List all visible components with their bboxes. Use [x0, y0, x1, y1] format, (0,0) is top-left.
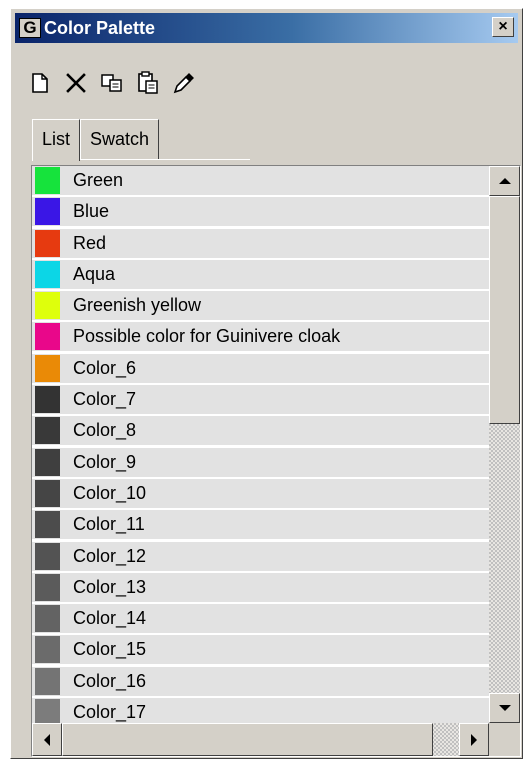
color-swatch [35, 636, 60, 664]
color-list-item[interactable]: Aqua [32, 259, 489, 289]
color-list-item[interactable]: Color_9 [32, 447, 489, 477]
color-swatch [35, 260, 60, 288]
color-swatch [35, 667, 60, 695]
color-list-item[interactable]: Possible color for Guinivere cloak [32, 322, 489, 352]
color-list-item[interactable]: Color_8 [32, 416, 489, 446]
color-list[interactable]: Green Blue Red Aqua Greenish yellow Possible … [32, 166, 489, 723]
arrow-left-icon [44, 733, 50, 746]
toolbar [25, 67, 205, 99]
color-swatch [35, 386, 60, 414]
color-list-item[interactable]: Color_11 [32, 510, 489, 540]
app-icon: G [19, 18, 41, 38]
tab-swatch[interactable]: Swatch [80, 119, 160, 159]
scroll-up-button[interactable] [489, 166, 520, 196]
color-label: Green [73, 170, 124, 190]
horizontal-scroll-thumb[interactable] [62, 723, 433, 756]
color-swatch [35, 167, 60, 194]
color-label: Red [73, 232, 107, 253]
color-list-item[interactable]: Color_14 [32, 604, 489, 634]
color-list-item[interactable]: Color_15 [32, 635, 489, 665]
color-list-item[interactable]: Color_12 [32, 541, 489, 571]
color-swatch [35, 292, 60, 320]
color-label: Color_7 [73, 389, 137, 410]
arrow-right-icon [471, 733, 477, 746]
color-label: Color_15 [73, 639, 147, 660]
color-swatch [35, 699, 60, 723]
eyedropper-icon [173, 73, 194, 94]
scroll-down-button[interactable] [489, 693, 520, 723]
color-list-item[interactable]: Blue [32, 197, 489, 227]
color-label: Color_13 [73, 576, 147, 597]
eyedropper-button[interactable] [169, 68, 199, 98]
color-swatch [35, 605, 60, 633]
color-list-item[interactable]: Color_13 [32, 572, 489, 602]
color-swatch [35, 323, 60, 351]
x-delete-icon [66, 73, 86, 93]
color-swatch [35, 511, 60, 539]
color-swatch [35, 198, 60, 226]
color-list-item[interactable]: Red [32, 228, 489, 258]
title-bar[interactable]: G Color Palette × [15, 13, 518, 43]
paste-icon [138, 71, 158, 94]
tab-list[interactable]: List [32, 119, 81, 161]
color-label: Color_9 [73, 451, 137, 472]
delete-color-button[interactable] [61, 68, 91, 98]
arrow-down-icon [498, 705, 511, 711]
color-list-item[interactable]: Green [32, 166, 489, 195]
copy-icon [101, 74, 122, 92]
color-label: Color_11 [73, 514, 145, 535]
color-list-item[interactable]: Greenish yellow [32, 291, 489, 321]
color-label: Aqua [73, 263, 116, 284]
close-icon: × [498, 18, 508, 35]
color-label: Color_16 [73, 670, 147, 691]
color-label: Greenish yellow [73, 295, 202, 316]
color-list-item[interactable]: Color_17 [32, 698, 489, 723]
color-swatch [35, 417, 60, 445]
close-button[interactable]: × [492, 17, 514, 37]
color-label: Color_10 [73, 482, 147, 503]
color-swatch [35, 573, 60, 601]
color-list-item[interactable]: Color_7 [32, 385, 489, 415]
color-label: Color_14 [73, 608, 147, 629]
copy-color-button[interactable] [97, 68, 127, 98]
paste-color-button[interactable] [133, 68, 163, 98]
vertical-scrollbar[interactable] [489, 166, 520, 723]
color-swatch [35, 354, 60, 382]
scroll-left-button[interactable] [32, 723, 62, 756]
color-list-panel: Green Blue Red Aqua Greenish yellow Possible … [31, 165, 521, 757]
color-swatch [35, 542, 60, 570]
color-palette-window: G Color Palette × List Swatch Green Blue… [10, 8, 523, 759]
vertical-scroll-thumb[interactable] [489, 196, 520, 424]
scroll-right-button[interactable] [459, 723, 489, 756]
color-swatch [35, 229, 60, 257]
color-list-item[interactable]: Color_16 [32, 666, 489, 696]
color-label: Color_17 [73, 702, 147, 723]
scrollbar-corner [489, 723, 520, 756]
new-color-button[interactable] [25, 68, 55, 98]
color-label: Color_8 [73, 420, 137, 441]
color-swatch [35, 479, 60, 507]
window-title: Color Palette [44, 17, 156, 38]
arrow-up-icon [498, 178, 511, 184]
tab-strip: List Swatch [32, 119, 160, 161]
color-list-item[interactable]: Color_6 [32, 353, 489, 383]
color-label: Blue [73, 201, 110, 222]
color-label: Color_6 [73, 357, 137, 378]
color-list-item[interactable]: Color_10 [32, 478, 489, 508]
color-label: Possible color for Guinivere cloak [73, 326, 341, 347]
new-document-icon [32, 73, 48, 93]
horizontal-scrollbar[interactable] [32, 723, 489, 756]
color-swatch [35, 448, 60, 476]
color-label: Color_12 [73, 545, 147, 566]
